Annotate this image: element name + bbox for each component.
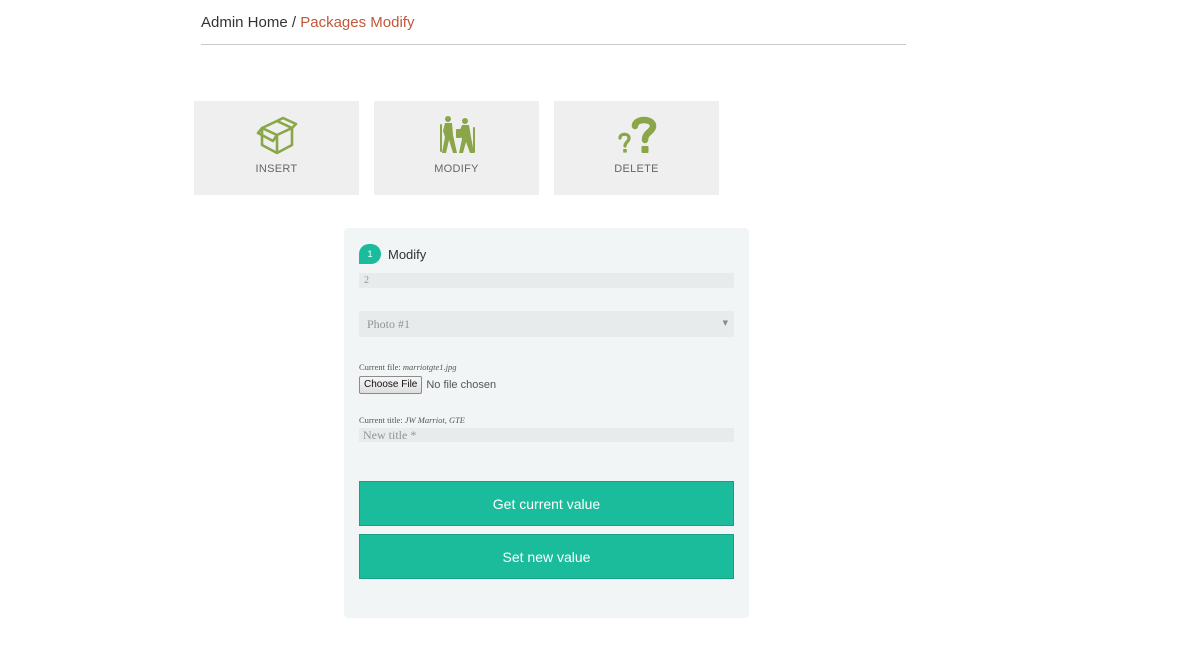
current-title-label: Current title: <box>359 415 403 425</box>
new-title-input[interactable]: New title * <box>359 428 734 442</box>
get-current-value-button[interactable]: Get current value <box>359 481 734 526</box>
photo-select[interactable]: Photo #1 ▼ <box>359 311 734 337</box>
choose-file-button[interactable]: Choose File <box>359 376 423 394</box>
file-input: Choose File No file chosen <box>359 376 496 394</box>
breadcrumb-current: Packages Modify <box>300 14 415 31</box>
box-icon <box>194 115 359 157</box>
breadcrumb-home-link[interactable]: Admin Home <box>201 14 288 31</box>
current-title-info: Current title: JW Marriot, GTE <box>359 415 465 425</box>
hikers-icon <box>374 115 539 157</box>
breadcrumb: Admin Home / Packages Modify <box>201 13 906 45</box>
tile-insert[interactable]: INSERT <box>194 101 359 195</box>
modify-form-panel: 1 Modify 2 Photo #1 ▼ Current file: marr… <box>344 228 749 618</box>
tile-modify-label: MODIFY <box>434 163 479 175</box>
question-marks-icon <box>554 115 719 157</box>
current-title-value: JW Marriot, GTE <box>404 415 466 425</box>
current-file-value: marriotgte1.jpg <box>402 362 457 372</box>
page: Admin Home / Packages Modify INSERT MODI… <box>0 0 1181 656</box>
tile-delete[interactable]: DELETE <box>554 101 719 195</box>
tile-delete-label: DELETE <box>614 163 659 175</box>
breadcrumb-separator: / <box>287 14 301 31</box>
set-new-value-button[interactable]: Set new value <box>359 534 734 579</box>
step-header: 1 Modify <box>359 244 426 264</box>
tile-modify[interactable]: MODIFY <box>374 101 539 195</box>
photo-select-value: Photo #1 <box>367 317 411 331</box>
current-file-info: Current file: marriotgte1.jpg <box>359 362 457 372</box>
tile-insert-label: INSERT <box>255 163 298 175</box>
step-number-badge: 1 <box>359 244 381 264</box>
chevron-down-icon: ▼ <box>722 319 728 327</box>
package-id-field[interactable]: 2 <box>359 273 734 288</box>
step-title: Modify <box>388 246 427 262</box>
current-file-label: Current file: <box>359 362 401 372</box>
file-status-text: No file chosen <box>426 379 497 391</box>
